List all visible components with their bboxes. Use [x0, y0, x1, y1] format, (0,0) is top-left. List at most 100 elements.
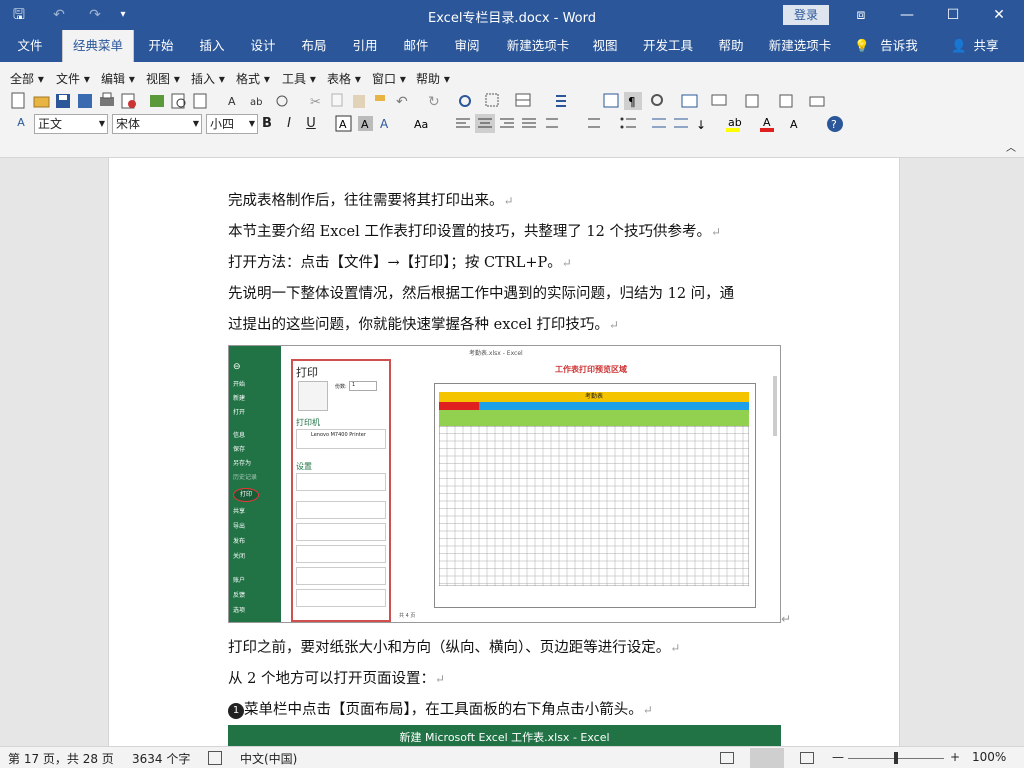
shapes-icon[interactable] [745, 94, 759, 108]
comment-icon[interactable] [711, 94, 727, 106]
tab-references[interactable]: 引用 [344, 30, 386, 62]
styles-icon[interactable]: A [12, 114, 30, 132]
tab-insert[interactable]: 插入 [191, 30, 233, 62]
help-icon[interactable]: ? [827, 116, 843, 132]
save-as-icon[interactable] [78, 94, 92, 108]
menu-window[interactable]: 窗口 ▾ [372, 70, 406, 87]
zoom-out-button[interactable]: — [832, 750, 844, 764]
layout-icon[interactable] [809, 96, 825, 107]
print-layout-icon[interactable] [750, 748, 784, 768]
menu-view[interactable]: 视图 ▾ [146, 70, 180, 87]
menu-insert[interactable]: 插入 ▾ [191, 70, 225, 87]
font-select[interactable]: 宋体 ▼ [112, 114, 202, 134]
menu-all[interactable]: 全部 ▾ [10, 70, 44, 87]
decrease-indent-icon[interactable] [652, 118, 666, 128]
print-preview-icon[interactable] [171, 93, 186, 109]
paragraph[interactable]: 过提出的这些问题，你就能快速掌握各种 excel 打印技巧。↵ [228, 313, 619, 334]
align-right-icon[interactable] [500, 118, 514, 128]
embedded-image[interactable]: ⊖ 开始 新建 打开 信息 保存 另存为 历史记录 打印 共享 导出 发布 关闭… [228, 345, 781, 623]
char-border-icon[interactable]: A [335, 115, 352, 132]
save-icon[interactable] [56, 94, 70, 108]
align-left-icon[interactable] [456, 118, 470, 128]
read-mode-icon[interactable] [720, 752, 734, 764]
new-document-icon[interactable] [11, 92, 25, 109]
tell-me-search[interactable]: 告诉我 [874, 30, 924, 62]
italic-button[interactable]: I [280, 115, 298, 133]
undo-icon[interactable]: ↶ [396, 94, 408, 110]
zoom-in-button[interactable]: + [950, 750, 960, 764]
open-folder-icon[interactable] [33, 96, 50, 108]
paragraph[interactable]: 从 2 个地方可以打开页面设置：↵ [228, 667, 445, 688]
redo-icon[interactable]: ↻ [428, 94, 440, 110]
tab-new-1[interactable]: 新建选项卡 [500, 30, 576, 62]
collapse-ribbon-icon[interactable]: ︿ [1002, 140, 1020, 158]
research-icon[interactable] [276, 95, 288, 107]
ribbon-display-icon[interactable]: ⧈ [838, 0, 884, 30]
zoom-thumb[interactable] [894, 752, 898, 764]
menu-table[interactable]: 表格 ▾ [327, 70, 361, 87]
paragraph[interactable]: 完成表格制作后，往往需要将其打印出来。↵ [228, 189, 514, 210]
delete-icon[interactable] [121, 93, 136, 109]
page-count[interactable]: 第 17 页，共 28 页 [8, 750, 114, 767]
proofing-icon[interactable] [208, 751, 222, 765]
paragraph[interactable]: 先说明一下整体设置情况，然后根据工作中遇到的实际问题，归结为 12 问，通 [228, 282, 734, 303]
text-box-icon[interactable] [603, 93, 619, 108]
hyperlink-icon[interactable] [459, 95, 471, 107]
minimize-button[interactable]: — [884, 0, 930, 30]
menu-edit[interactable]: 编辑 ▾ [101, 70, 135, 87]
tab-file[interactable]: 文件 [8, 30, 52, 62]
tab-layout[interactable]: 布局 [293, 30, 335, 62]
underline-button[interactable]: U [302, 115, 320, 133]
menu-format[interactable]: 格式 ▾ [236, 70, 270, 87]
borders-icon[interactable] [485, 93, 499, 107]
bold-button[interactable]: B [258, 115, 276, 133]
spelling-icon[interactable]: A [228, 95, 236, 108]
menu-tools[interactable]: 工具 ▾ [282, 70, 316, 87]
paragraph[interactable]: 打印之前，要对纸张大小和方向（纵向、横向）、页边距等进行设定。↵ [228, 636, 680, 657]
show-marks-icon[interactable]: ¶ [624, 92, 642, 110]
paragraph[interactable]: 本节主要介绍 Excel 工作表打印设置的技巧，共整理了 12 个技巧供参考。↵ [228, 220, 721, 241]
share-button[interactable]: 共享 [968, 30, 1004, 62]
text-effects-icon[interactable]: A [380, 117, 389, 131]
menu-help[interactable]: 帮助 ▾ [416, 70, 450, 87]
embedded-image-2[interactable]: 新建 Microsoft Excel 工作表.xlsx - Excel [228, 725, 781, 746]
tab-mailings[interactable]: 邮件 [395, 30, 437, 62]
line-spacing-icon[interactable] [546, 118, 558, 128]
login-button[interactable]: 登录 [783, 5, 829, 25]
paste-icon[interactable] [353, 95, 365, 108]
permission-icon[interactable] [150, 95, 164, 107]
menu-file[interactable]: 文件 ▾ [56, 70, 90, 87]
paragraph[interactable]: 打开方法：点击【文件】→【打印】；按 CTRL+P。↵ [228, 251, 572, 272]
style-select[interactable]: 正文 ▼ [34, 114, 108, 134]
numbering-icon[interactable] [588, 118, 600, 128]
print-icon[interactable] [100, 92, 114, 106]
change-case-icon[interactable]: Aa [414, 118, 428, 131]
grow-font-icon[interactable]: A [790, 118, 798, 131]
copy-icon[interactable] [331, 93, 343, 107]
find-icon[interactable] [651, 94, 663, 106]
table-icon[interactable] [515, 93, 531, 107]
tab-view[interactable]: 视图 [584, 30, 626, 62]
save-format-icon[interactable] [193, 93, 207, 109]
track-changes-icon[interactable] [779, 94, 793, 108]
tab-developer[interactable]: 开发工具 [636, 30, 700, 62]
paragraph[interactable]: 1 菜单栏中点击【页面布局】，在工具面板的右下角点击小箭头。↵ [228, 698, 653, 719]
maximize-button[interactable]: ☐ [930, 0, 976, 30]
font-color-icon[interactable]: A [760, 116, 774, 132]
font-size-select[interactable]: 小四 ▼ [206, 114, 258, 134]
tab-help[interactable]: 帮助 [710, 30, 752, 62]
close-button[interactable]: ✕ [976, 0, 1022, 30]
word-count[interactable]: 3634 个字 [132, 750, 190, 767]
zoom-level[interactable]: 100% [972, 750, 1006, 764]
web-layout-icon[interactable] [800, 752, 814, 764]
align-center-icon[interactable] [475, 114, 495, 133]
tab-new-2[interactable]: 新建选项卡 [762, 30, 838, 62]
justify-icon[interactable] [522, 118, 536, 128]
format-painter-icon[interactable] [375, 95, 385, 101]
language[interactable]: 中文(中国) [240, 750, 297, 767]
cut-icon[interactable]: ✂ [310, 95, 321, 110]
sort-icon[interactable]: ↓ [696, 118, 706, 132]
abc-check-icon[interactable]: ab [250, 97, 262, 108]
increase-indent-icon[interactable] [674, 118, 688, 128]
tab-classic-menu[interactable]: 经典菜单 [62, 30, 134, 64]
